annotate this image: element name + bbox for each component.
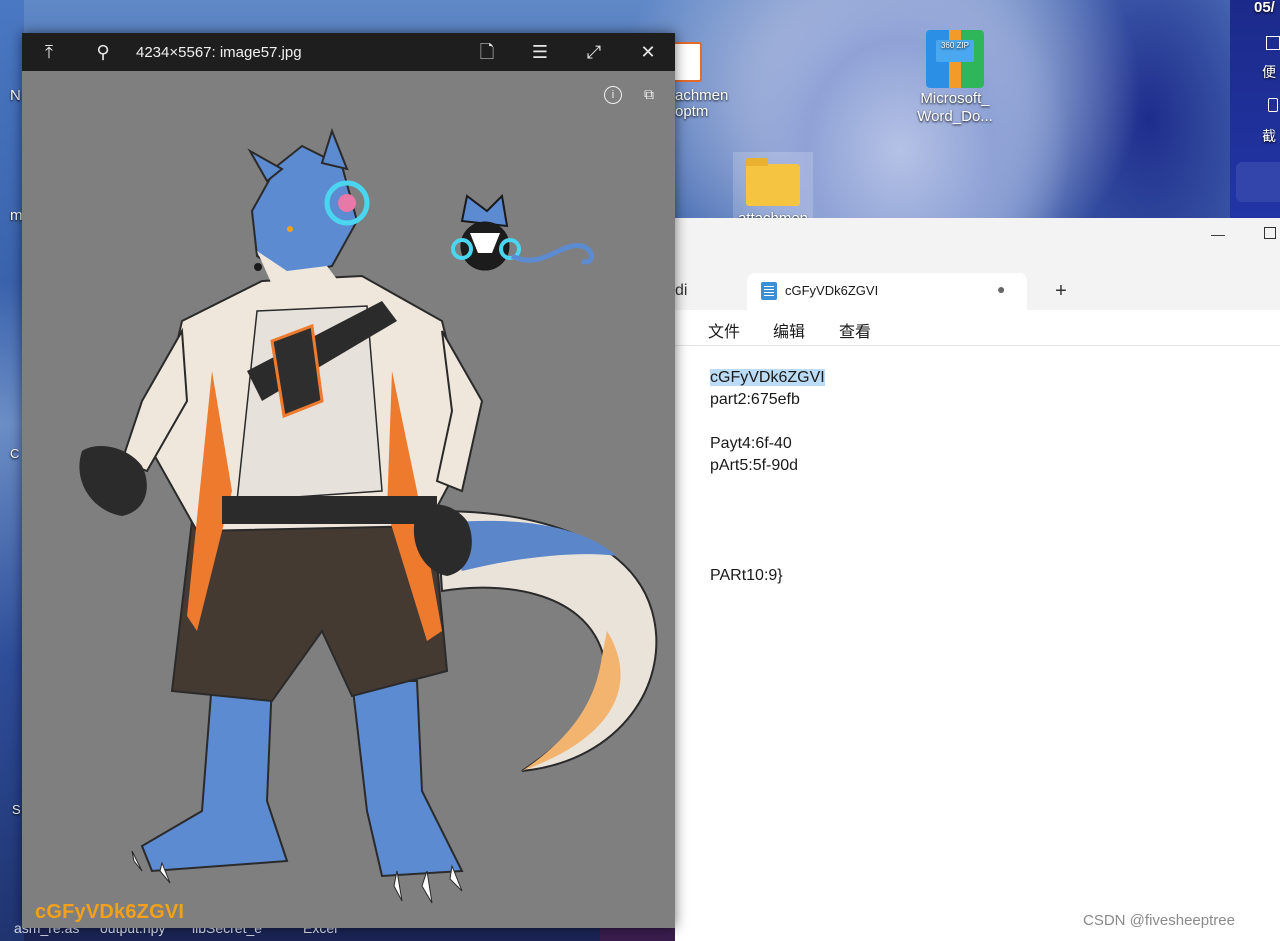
image-watermark: cGFyVDk6ZGVI	[35, 901, 185, 923]
side-label: 截	[1262, 128, 1276, 144]
notepad-icon	[761, 282, 777, 300]
image-canvas	[79, 127, 658, 904]
tab-active[interactable]: cGFyVDk6ZGVI ●	[747, 273, 1027, 310]
wolf-legs	[131, 680, 464, 904]
side-label: 便	[1262, 64, 1276, 80]
info-icon[interactable]: i	[604, 86, 622, 104]
mascot-orb	[451, 193, 594, 271]
new-tab-button[interactable]: +	[1047, 278, 1075, 306]
pin-icon[interactable]: ⚲	[88, 37, 118, 67]
unsaved-dot-icon[interactable]: ●	[997, 281, 1005, 297]
desktop-fragment: N	[10, 87, 21, 104]
zip-archive-icon: 360 ZIP	[926, 30, 984, 88]
list-icon[interactable]: ☰	[525, 37, 555, 67]
notepad-window: — di cGFyVDk6ZGVI ● + 文件 编辑 查看 cGFyVDk6Z…	[675, 218, 1280, 941]
viewer-title: 4234×5567: image57.jpg	[136, 44, 302, 61]
editor-line: cGFyVDk6ZGVI	[710, 369, 825, 386]
editor-line: PARt10:9}	[710, 567, 783, 584]
viewer-titlebar: ⤒ ⚲ 4234×5567: image57.jpg 🗋 ☰ ⤢ ✕	[22, 33, 675, 71]
editor-line: part2:675efb	[710, 391, 800, 408]
side-button[interactable]	[1236, 162, 1280, 202]
wallpaper-left-strip	[0, 0, 24, 941]
rotate-icon[interactable]: ⧉	[640, 86, 658, 104]
editor-line: pArt5:5f-90d	[710, 457, 799, 474]
menu-view[interactable]: 查看	[839, 318, 871, 342]
text-editor[interactable]: cGFyVDk6ZGVI part2:675efb Payt4:6f-40 pA…	[675, 346, 1280, 941]
minimize-button[interactable]: —	[1203, 224, 1233, 248]
zip-tag: 360 ZIP	[936, 40, 974, 62]
desktop-icon-attachments-folder[interactable]: attachmen	[733, 152, 813, 227]
clock-fragment: 05/	[1254, 0, 1275, 16]
wolf-head	[247, 127, 370, 296]
menu-edit[interactable]: 编辑	[773, 318, 805, 342]
folder-icon	[746, 158, 800, 206]
desktop-icon-word-zip[interactable]: 360 ZIP Microsoft_ Word_Do...	[915, 30, 995, 126]
desktop-icon-label-2: Word_Do...	[917, 108, 993, 125]
hidden-tab-fragment[interactable]: di	[675, 282, 687, 300]
desktop-icon-label: achmen	[675, 87, 729, 104]
desktop-fragment: C	[10, 446, 20, 461]
photo-viewer-window: ⤒ ⚲ 4234×5567: image57.jpg 🗋 ☰ ⤢ ✕ i ⧉ c…	[22, 33, 675, 928]
menu-bar: 文件 编辑 查看	[675, 310, 1280, 346]
desktop-icon-label: Microsoft_	[920, 90, 990, 107]
desktop-fragment: m	[10, 207, 23, 224]
close-icon[interactable]: ✕	[633, 37, 663, 67]
screenshot-icon	[1268, 98, 1278, 112]
desktop-icon-label-2: optm	[675, 103, 709, 120]
notepad-titlebar: —	[675, 218, 1280, 258]
fullscreen-icon[interactable]: ⤢	[579, 37, 609, 67]
document-icon	[672, 42, 702, 82]
pin-top-icon[interactable]: ⤒	[34, 37, 64, 67]
csdn-watermark: CSDN @fivesheeptree	[1083, 912, 1235, 929]
save-icon[interactable]: 🗋	[472, 37, 502, 67]
desktop-icon-doc[interactable]: achmen optm	[675, 88, 728, 120]
desktop-fragment: S	[12, 802, 21, 817]
grid-icon	[1266, 36, 1280, 50]
menu-file[interactable]: 文件	[708, 318, 740, 342]
maximize-button[interactable]	[1264, 227, 1276, 239]
editor-line: Payt4:6f-40	[710, 435, 792, 452]
tab-title: cGFyVDk6ZGVI	[785, 283, 879, 298]
